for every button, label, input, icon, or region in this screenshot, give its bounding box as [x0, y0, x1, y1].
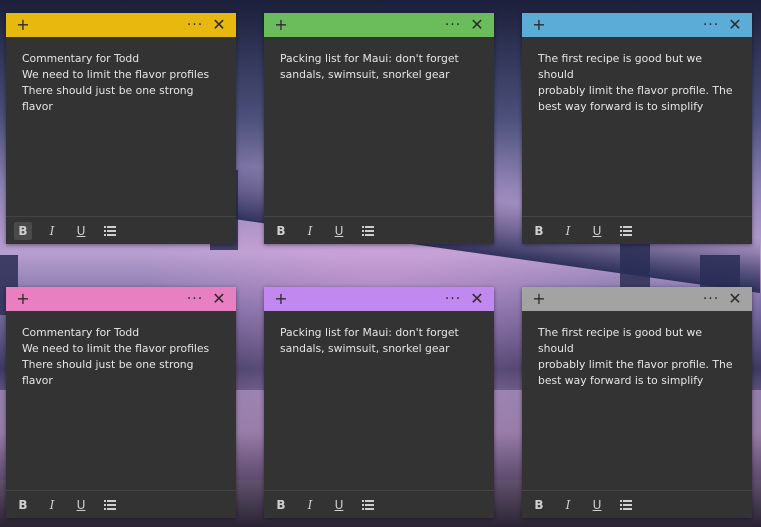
- more-options-button[interactable]: ···: [182, 287, 208, 311]
- sticky-note[interactable]: + ··· ✕ Commentary for Todd We need to l…: [6, 287, 236, 518]
- italic-button[interactable]: I: [559, 496, 577, 514]
- note-header: + ··· ✕: [264, 13, 494, 37]
- bold-button[interactable]: B: [272, 496, 290, 514]
- note-text[interactable]: Packing list for Maui: don't forget sand…: [264, 311, 494, 475]
- note-text[interactable]: The first recipe is good but we should p…: [522, 311, 752, 475]
- italic-button[interactable]: I: [559, 222, 577, 240]
- note-header: + ··· ✕: [522, 13, 752, 37]
- bullet-list-icon[interactable]: [101, 222, 119, 240]
- bullet-list-icon[interactable]: [617, 222, 635, 240]
- underline-button[interactable]: U: [330, 496, 348, 514]
- add-note-button[interactable]: +: [10, 13, 36, 37]
- note-header: + ··· ✕: [264, 287, 494, 311]
- note-text[interactable]: Commentary for Todd We need to limit the…: [6, 311, 236, 475]
- sticky-note[interactable]: + ··· ✕ Commentary for Todd We need to l…: [6, 13, 236, 244]
- note-toolbar: B I U: [264, 216, 494, 244]
- note-header: + ··· ✕: [522, 287, 752, 311]
- note-toolbar: B I U: [264, 490, 494, 518]
- note-toolbar: B I U: [6, 216, 236, 244]
- more-options-button[interactable]: ···: [698, 287, 724, 311]
- note-toolbar: B I U: [522, 490, 752, 518]
- close-note-button[interactable]: ✕: [464, 13, 490, 37]
- underline-button[interactable]: U: [72, 496, 90, 514]
- italic-button[interactable]: I: [301, 496, 319, 514]
- underline-button[interactable]: U: [72, 222, 90, 240]
- note-toolbar: B I U: [522, 216, 752, 244]
- underline-button[interactable]: U: [330, 222, 348, 240]
- sticky-note[interactable]: + ··· ✕ The first recipe is good but we …: [522, 13, 752, 244]
- italic-button[interactable]: I: [43, 496, 61, 514]
- italic-button[interactable]: I: [43, 222, 61, 240]
- close-note-button[interactable]: ✕: [464, 287, 490, 311]
- add-note-button[interactable]: +: [526, 287, 552, 311]
- note-text[interactable]: The first recipe is good but we should p…: [522, 37, 752, 201]
- add-note-button[interactable]: +: [10, 287, 36, 311]
- more-options-button[interactable]: ···: [182, 13, 208, 37]
- add-note-button[interactable]: +: [268, 13, 294, 37]
- bullet-list-icon[interactable]: [359, 496, 377, 514]
- bullet-list-icon[interactable]: [617, 496, 635, 514]
- bold-button[interactable]: B: [530, 222, 548, 240]
- italic-button[interactable]: I: [301, 222, 319, 240]
- note-text[interactable]: Packing list for Maui: don't forget sand…: [264, 37, 494, 201]
- bold-button[interactable]: B: [272, 222, 290, 240]
- more-options-button[interactable]: ···: [440, 13, 466, 37]
- close-note-button[interactable]: ✕: [722, 287, 748, 311]
- more-options-button[interactable]: ···: [440, 287, 466, 311]
- add-note-button[interactable]: +: [526, 13, 552, 37]
- sticky-note[interactable]: + ··· ✕ The first recipe is good but we …: [522, 287, 752, 518]
- note-text[interactable]: Commentary for Todd We need to limit the…: [6, 37, 236, 201]
- bullet-list-icon[interactable]: [359, 222, 377, 240]
- note-toolbar: B I U: [6, 490, 236, 518]
- close-note-button[interactable]: ✕: [206, 287, 232, 311]
- sticky-note[interactable]: + ··· ✕ Packing list for Maui: don't for…: [264, 287, 494, 518]
- close-note-button[interactable]: ✕: [722, 13, 748, 37]
- bold-button[interactable]: B: [530, 496, 548, 514]
- bold-button[interactable]: B: [14, 496, 32, 514]
- more-options-button[interactable]: ···: [698, 13, 724, 37]
- underline-button[interactable]: U: [588, 496, 606, 514]
- bold-button[interactable]: B: [14, 221, 32, 240]
- sticky-note[interactable]: + ··· ✕ Packing list for Maui: don't for…: [264, 13, 494, 244]
- add-note-button[interactable]: +: [268, 287, 294, 311]
- note-header: + ··· ✕: [6, 287, 236, 311]
- note-header: + ··· ✕: [6, 13, 236, 37]
- close-note-button[interactable]: ✕: [206, 13, 232, 37]
- underline-button[interactable]: U: [588, 222, 606, 240]
- bullet-list-icon[interactable]: [101, 496, 119, 514]
